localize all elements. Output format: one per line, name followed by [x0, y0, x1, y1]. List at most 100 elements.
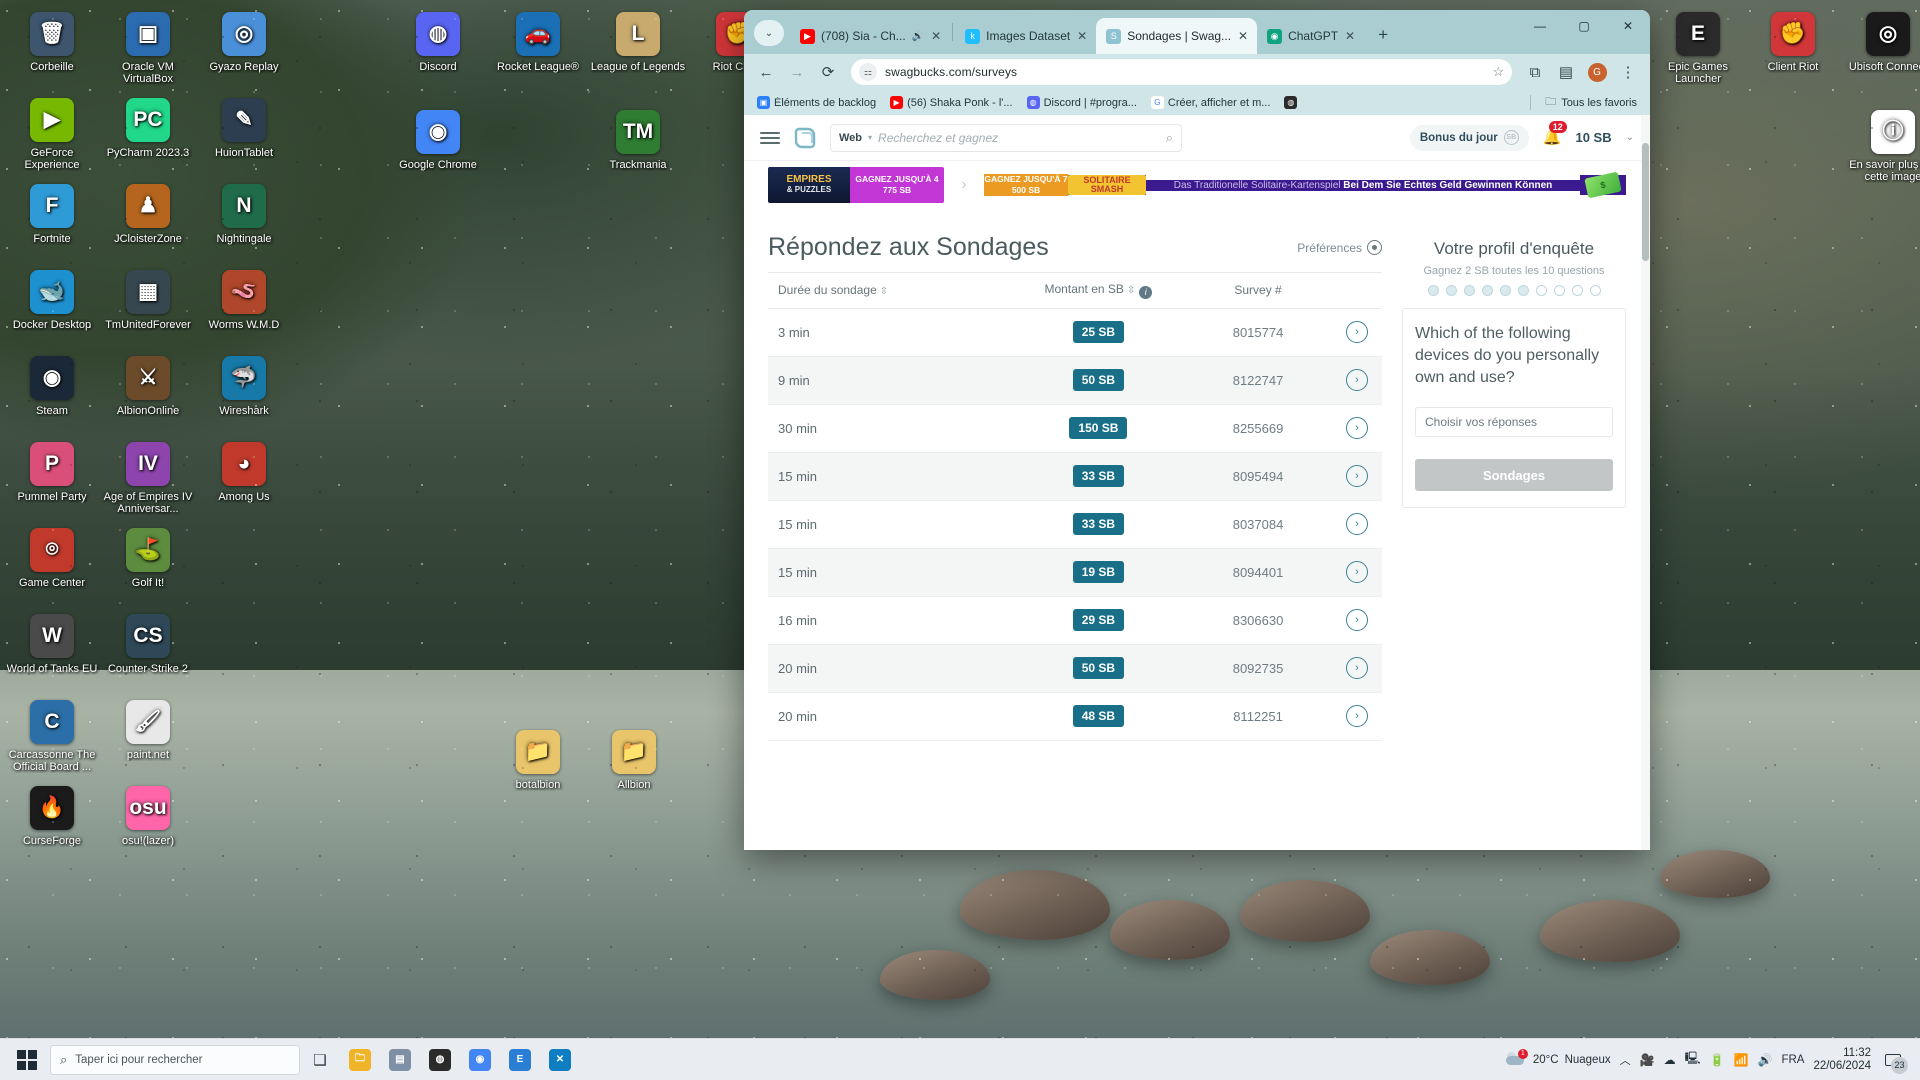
browser-tab-3[interactable]: S Sondages | Swag... ✕ — [1096, 18, 1258, 54]
notification-center-button[interactable]: 23 — [1880, 1049, 1908, 1074]
desktop-icon-among-us[interactable]: ◕ Among Us — [196, 442, 292, 503]
desktop-icon-worms-w-m-d[interactable]: 🪱 Worms W.M.D — [196, 270, 292, 331]
column-header-amount[interactable]: Montant en SB ⇳ i — [1001, 272, 1186, 309]
open-survey-button[interactable]: › — [1346, 321, 1368, 343]
bookmark-item-5[interactable]: ◍ — [1279, 94, 1302, 111]
daily-bonus-button[interactable]: Bonus du jour SB — [1409, 124, 1529, 151]
taskbar-app-epic-games[interactable]: E — [500, 1040, 540, 1080]
desktop-icon-pummel-party[interactable]: P Pummel Party — [4, 442, 100, 503]
desktop-icon-en-savoir-plus-sur-cette-image[interactable]: ⓘ En savoir plus sur cette image — [1845, 110, 1920, 183]
search-input-placeholder[interactable]: Recherchez et gagnez — [878, 131, 1160, 145]
sort-arrows-icon[interactable]: ⇳ — [880, 286, 888, 297]
maximize-button[interactable]: ▢ — [1562, 10, 1606, 42]
desktop-icon-wireshark[interactable]: 🦈 Wireshark — [196, 356, 292, 417]
column-header-duration[interactable]: Durée du sondage ⇳ — [768, 272, 1002, 309]
desktop-icon-allbion[interactable]: 📁 Allbion — [586, 730, 682, 791]
volume-icon[interactable]: 🔊 — [1757, 1053, 1772, 1067]
notifications-button[interactable]: 🔔 12 — [1543, 121, 1567, 147]
tab-close-icon[interactable]: ✕ — [1237, 29, 1249, 43]
chevron-down-icon[interactable]: ▾ — [868, 133, 872, 142]
bookmark-item-3[interactable]: ◍ Discord | #progra... — [1022, 94, 1142, 111]
browser-tab-2[interactable]: k Images Dataset ✕ — [955, 18, 1096, 54]
taskbar-app-chrome[interactable]: ◉ — [460, 1040, 500, 1080]
desktop-icon-epic-games-launcher[interactable]: E Epic Games Launcher — [1650, 12, 1746, 85]
profile-avatar[interactable]: G — [1583, 58, 1611, 86]
minimize-button[interactable]: — — [1518, 10, 1562, 42]
surveys-submit-button[interactable]: Sondages — [1415, 459, 1613, 491]
table-row[interactable]: 15 min 33 SB 8037084 › — [768, 500, 1382, 549]
account-chevron-icon[interactable]: ⌄ — [1626, 132, 1634, 143]
taskbar-app-vscode[interactable]: ✕ — [540, 1040, 580, 1080]
desktop-icon-tmunitedforever[interactable]: ▦ TmUnitedForever — [100, 270, 196, 331]
open-survey-button[interactable]: › — [1346, 417, 1368, 439]
sort-arrows-icon[interactable]: ⇳ — [1127, 285, 1135, 296]
desktop-icon-huiontablet[interactable]: ✎ HuionTablet — [196, 98, 292, 159]
table-row[interactable]: 15 min 33 SB 8095494 › — [768, 452, 1382, 501]
open-survey-button[interactable]: › — [1346, 657, 1368, 679]
reload-icon[interactable]: ⟳ — [814, 58, 842, 86]
chevron-up-icon[interactable]: ︿ — [1620, 1052, 1631, 1068]
desktop-icon-jcloisterzone[interactable]: ♟ JCloisterZone — [100, 184, 196, 245]
desktop-icon-world-of-tanks-eu[interactable]: W World of Tanks EU — [4, 614, 100, 675]
desktop-icon-geforce-experience[interactable]: ▶ GeForce Experience — [4, 98, 100, 171]
swagbucks-logo-icon[interactable] — [792, 125, 818, 151]
site-settings-icon[interactable]: ⚏ — [859, 63, 877, 81]
page-scrollbar[interactable] — [1641, 115, 1650, 850]
sb-balance[interactable]: 10 SB — [1575, 130, 1611, 145]
desktop-icon-counter-strike-2[interactable]: CS Counter-Strike 2 — [100, 614, 196, 675]
table-row[interactable]: 16 min 29 SB 8306630 › — [768, 596, 1382, 645]
bookmark-item-1[interactable]: ▣ Éléments de backlog — [752, 94, 881, 111]
battery-icon[interactable]: 🔋 — [1710, 1053, 1725, 1067]
desktop-icon-trackmania[interactable]: TM Trackmania — [590, 110, 686, 171]
ad-carousel-next-icon[interactable]: › — [954, 176, 974, 194]
tab-search-button[interactable]: ⌄ — [754, 20, 784, 46]
bookmark-item-4[interactable]: G Créer, afficher et m... — [1146, 94, 1276, 111]
table-row[interactable]: 3 min 25 SB 8015774 › — [768, 308, 1382, 357]
desktop-icon-league-of-legends[interactable]: L League of Legends — [590, 12, 686, 73]
swagbucks-search-bar[interactable]: Web ▾ Recherchez et gagnez ⌕ — [830, 123, 1182, 152]
desktop-icon-gyazo-replay[interactable]: ◎ Gyazo Replay — [196, 12, 292, 73]
taskbar-search-box[interactable]: ⌕ Taper ici pour rechercher — [50, 1044, 300, 1075]
forward-icon[interactable]: → — [783, 58, 811, 86]
desktop-icon-game-center[interactable]: ⌾ Game Center — [4, 528, 100, 589]
table-row[interactable]: 20 min 48 SB 8112251 › — [768, 692, 1382, 741]
desktop-icon-botalbion[interactable]: 📁 botalbion — [490, 730, 586, 791]
taskbar-app-media-player[interactable]: ◍ — [420, 1040, 460, 1080]
taskbar-clock[interactable]: 11:32 22/06/2024 — [1813, 1047, 1871, 1073]
bookmark-item-2[interactable]: ▶ (56) Shaka Ponk - l'... — [885, 94, 1017, 111]
bookmark-star-icon[interactable]: ☆ — [1492, 64, 1504, 80]
all-bookmarks-button[interactable]: 🗀 Tous les favoris — [1539, 94, 1642, 111]
hamburger-icon[interactable] — [760, 131, 780, 144]
answer-select[interactable]: Choisir vos réponses — [1415, 407, 1613, 437]
desktop-icon-client-riot[interactable]: ✊ Client Riot — [1745, 12, 1841, 73]
tab-close-icon[interactable]: ✕ — [1076, 29, 1088, 43]
scrollbar-thumb[interactable] — [1642, 143, 1649, 261]
desktop-icon-steam[interactable]: ◉ Steam — [4, 356, 100, 417]
task-view-button[interactable]: ❑ — [300, 1040, 340, 1080]
address-bar[interactable]: ⚏ swagbucks.com/surveys ☆ — [851, 59, 1512, 85]
new-tab-button[interactable]: + — [1370, 22, 1396, 48]
language-indicator[interactable]: FRA — [1781, 1054, 1804, 1066]
ad-empires-and-puzzles[interactable]: EMPIRES & PUZZLES GAGNEZ JUSQU'À 4 775 S… — [768, 167, 944, 203]
back-icon[interactable]: ← — [752, 58, 780, 86]
chrome-menu-icon[interactable]: ⋮ — [1614, 58, 1642, 86]
open-survey-button[interactable]: › — [1346, 561, 1368, 583]
wifi-icon[interactable]: 📶 — [1734, 1053, 1749, 1067]
ad-solitaire-smash[interactable]: GAGNEZ JUSQU'À 7 500 SB SOLITAIRE SMASH … — [984, 167, 1626, 203]
table-row[interactable]: 15 min 19 SB 8094401 › — [768, 548, 1382, 597]
info-icon[interactable]: i — [1139, 285, 1153, 299]
display-icon[interactable]: 🖳 — [1685, 1049, 1701, 1070]
desktop-icon-carcassonne-the-official-board[interactable]: C Carcassonne The Official Board ... — [4, 700, 100, 773]
desktop-icon-docker-desktop[interactable]: 🐋 Docker Desktop — [4, 270, 100, 331]
desktop-icon-oracle-vm-virtualbox[interactable]: ▣ Oracle VM VirtualBox — [100, 12, 196, 85]
open-survey-button[interactable]: › — [1346, 705, 1368, 727]
desktop-icon-curseforge[interactable]: 🔥 CurseForge — [4, 786, 100, 847]
desktop-icon-paint-net[interactable]: 🖌 paint.net — [100, 700, 196, 761]
desktop-icon-discord[interactable]: ◍ Discord — [390, 12, 486, 73]
browser-tab-1[interactable]: ▶ (708) Sia - Ch... 🔊 ✕ — [790, 18, 950, 54]
desktop-icon-google-chrome[interactable]: ◉ Google Chrome — [390, 110, 486, 171]
tab-mute-icon[interactable]: 🔊 — [912, 31, 924, 42]
tab-close-icon[interactable]: ✕ — [930, 29, 942, 43]
extensions-icon[interactable]: ⧉ — [1521, 58, 1549, 86]
desktop-icon-corbeille[interactable]: 🗑 Corbeille — [4, 12, 100, 73]
